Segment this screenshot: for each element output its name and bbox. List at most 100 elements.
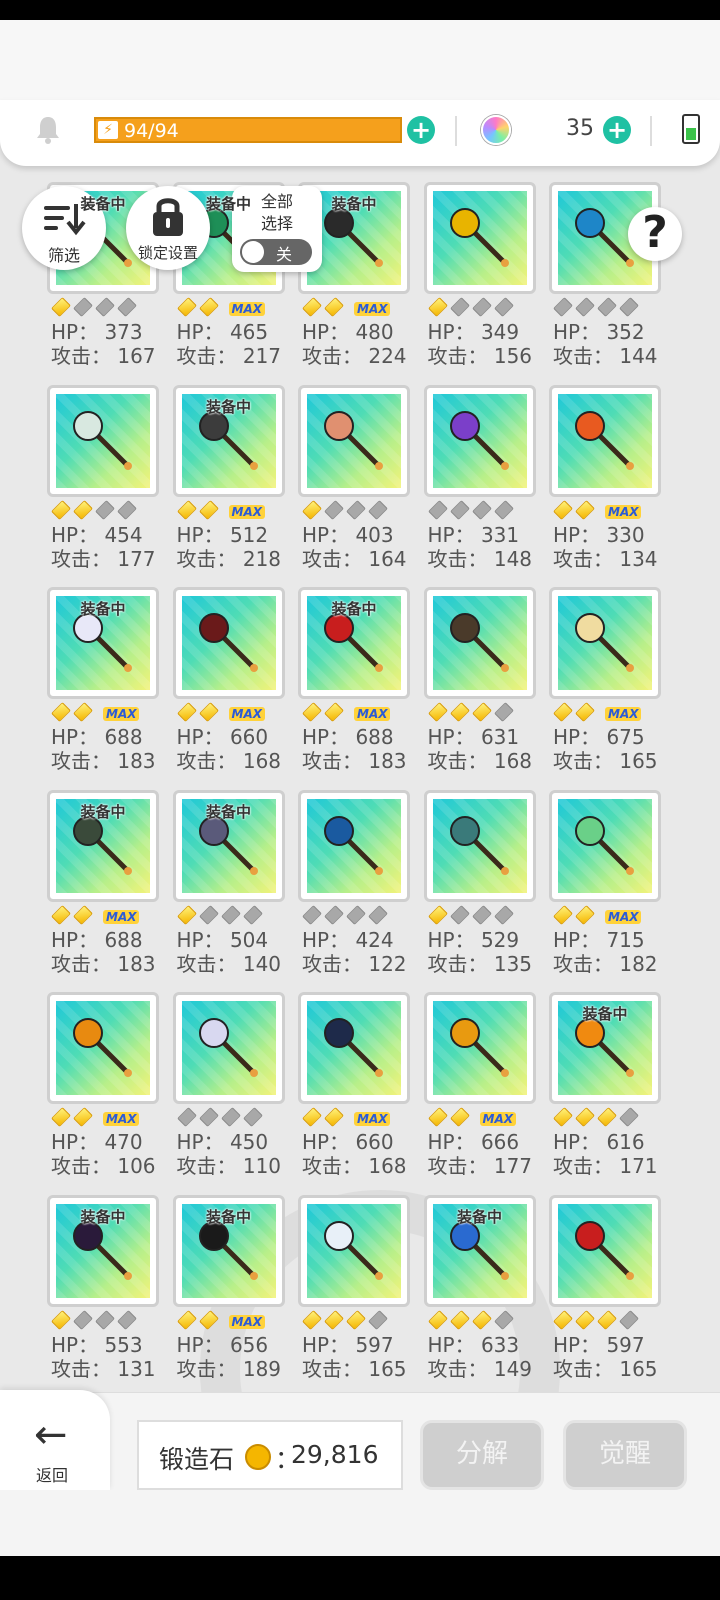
weapon-card[interactable]: 装备中 bbox=[172, 789, 285, 902]
weapon-item[interactable]: MAX HP： 470 攻击： 106 bbox=[47, 992, 159, 1192]
weapon-icon bbox=[575, 1018, 634, 1077]
star-diamond-icon bbox=[324, 499, 344, 520]
star-rating bbox=[427, 499, 538, 521]
weapon-item[interactable]: HP： 424 攻击： 122 bbox=[298, 789, 412, 990]
forge-stone-label: 锻造石 bbox=[159, 1445, 235, 1474]
add-energy-button[interactable]: + bbox=[407, 116, 435, 144]
weapon-item[interactable]: 装备中 MAX HP： 480 攻击： 224 bbox=[298, 182, 410, 382]
back-button[interactable]: ← 返回 bbox=[0, 1390, 110, 1490]
star-diamond-icon bbox=[471, 904, 492, 925]
weapon-card[interactable] bbox=[549, 587, 661, 699]
weapon-item[interactable]: 装备中 MAX HP： 512 攻击： 218 bbox=[172, 384, 285, 585]
weapon-item[interactable]: 装备中 MAX HP： 465 攻击： 217 bbox=[172, 182, 285, 382]
star-diamond-icon bbox=[553, 499, 573, 520]
weapon-card[interactable] bbox=[549, 1194, 661, 1307]
weapon-icon bbox=[449, 815, 509, 875]
weapon-card[interactable] bbox=[423, 992, 536, 1104]
star-diamond-icon bbox=[575, 702, 595, 722]
weapon-card[interactable] bbox=[298, 1194, 410, 1307]
decompose-button[interactable]: 分解 bbox=[420, 1420, 544, 1490]
weapon-item[interactable]: MAX HP： 660 攻击： 168 bbox=[172, 587, 285, 787]
star-diamond-icon bbox=[449, 1309, 470, 1330]
weapon-card[interactable] bbox=[47, 992, 159, 1104]
weapon-card[interactable] bbox=[549, 789, 661, 902]
weapon-item[interactable]: HP： 631 攻击： 168 bbox=[423, 587, 536, 787]
weapon-item[interactable]: 装备中 HP： 373 攻击： 167 bbox=[47, 182, 159, 382]
weapon-item[interactable]: HP： 403 攻击： 164 bbox=[298, 384, 410, 585]
star-diamond-icon bbox=[619, 1107, 639, 1127]
weapon-item[interactable]: MAX HP： 715 攻击： 182 bbox=[549, 789, 661, 990]
weapon-item[interactable]: 装备中 HP： 504 攻击： 140 bbox=[172, 789, 285, 990]
weapon-item[interactable]: 装备中 HP： 553 攻击： 131 bbox=[47, 1194, 159, 1395]
weapon-card[interactable] bbox=[172, 992, 285, 1104]
weapon-card[interactable]: 装备中 bbox=[172, 384, 285, 497]
attack-stat: 攻击： 168 bbox=[176, 749, 282, 773]
bell-icon[interactable] bbox=[34, 114, 62, 144]
weapon-card[interactable]: 装备中 bbox=[47, 587, 159, 699]
weapon-item[interactable]: MAX HP： 660 攻击： 168 bbox=[298, 992, 410, 1192]
weapon-item[interactable]: 装备中 MAX HP： 688 攻击： 183 bbox=[47, 587, 159, 787]
star-diamond-icon bbox=[449, 904, 470, 925]
weapon-card-background bbox=[558, 1203, 652, 1298]
filter-label: 筛选 bbox=[47, 246, 80, 265]
weapon-item[interactable]: 装备中 MAX HP： 688 攻击： 183 bbox=[47, 789, 159, 990]
weapon-item[interactable]: HP： 597 攻击： 165 bbox=[549, 1194, 661, 1395]
weapon-card[interactable]: 装备中 bbox=[423, 1194, 536, 1307]
equipped-badge: 装备中 bbox=[205, 1207, 251, 1226]
weapon-icon bbox=[575, 1220, 634, 1280]
weapon-card[interactable]: 装备中 bbox=[172, 1194, 285, 1307]
weapon-item[interactable]: MAX HP： 666 攻击： 177 bbox=[423, 992, 536, 1192]
star-diamond-icon bbox=[553, 297, 573, 317]
weapon-item[interactable]: HP： 349 攻击： 156 bbox=[423, 182, 536, 382]
weapon-card[interactable] bbox=[298, 789, 410, 902]
weapon-card[interactable] bbox=[423, 587, 536, 699]
weapon-item[interactable]: MAX HP： 330 攻击： 134 bbox=[549, 384, 661, 585]
attack-stat: 攻击： 171 bbox=[553, 1154, 658, 1178]
weapon-card[interactable]: 装备中 bbox=[47, 789, 159, 902]
attack-stat: 攻击： 167 bbox=[51, 344, 156, 368]
weapon-item[interactable]: HP： 450 攻击： 110 bbox=[172, 992, 285, 1192]
weapon-card[interactable]: 装备中 bbox=[549, 992, 661, 1104]
decompose-label: 分解 bbox=[455, 1439, 508, 1469]
weapon-card-background bbox=[181, 596, 276, 690]
attack-stat: 攻击： 131 bbox=[51, 1356, 156, 1381]
star-diamond-icon bbox=[427, 702, 448, 722]
weapon-icon bbox=[73, 410, 132, 470]
weapon-item[interactable]: MAX HP： 675 攻击： 165 bbox=[549, 587, 661, 787]
weapon-card[interactable] bbox=[423, 384, 536, 497]
weapon-item[interactable]: HP： 529 攻击： 135 bbox=[423, 789, 536, 990]
star-rating bbox=[302, 904, 412, 926]
star-diamond-icon bbox=[73, 499, 93, 520]
add-gem-button[interactable]: + bbox=[603, 116, 631, 144]
weapon-card[interactable]: 装备中 bbox=[47, 1194, 159, 1307]
weapon-card[interactable] bbox=[298, 992, 410, 1104]
help-button[interactable]: ? bbox=[628, 207, 682, 261]
weapon-card[interactable] bbox=[298, 384, 410, 497]
weapon-item[interactable]: 装备中 HP： 633 攻击： 149 bbox=[423, 1194, 536, 1395]
weapon-card-background bbox=[307, 1001, 401, 1095]
weapon-item[interactable]: 装备中 HP： 616 攻击： 171 bbox=[549, 992, 661, 1192]
weapon-card[interactable] bbox=[423, 789, 536, 902]
star-diamond-icon bbox=[449, 702, 470, 722]
weapon-item[interactable]: 装备中 MAX HP： 656 攻击： 189 bbox=[172, 1194, 285, 1395]
max-badge: MAX bbox=[605, 504, 642, 519]
weapon-item[interactable]: HP： 331 攻击： 148 bbox=[423, 384, 538, 585]
system-nav-bar bbox=[0, 1556, 720, 1600]
weapon-icon bbox=[575, 410, 634, 470]
select-all-toggle[interactable]: 关 bbox=[240, 239, 312, 265]
attack-stat: 攻击： 182 bbox=[553, 951, 658, 976]
weapon-card[interactable] bbox=[172, 587, 285, 699]
star-diamond-icon bbox=[324, 297, 344, 317]
top-blank-area bbox=[0, 20, 720, 100]
weapon-card[interactable]: 装备中 bbox=[298, 587, 410, 699]
weapon-card[interactable] bbox=[549, 384, 661, 497]
weapon-card[interactable] bbox=[47, 384, 159, 497]
awaken-button[interactable]: 觉醒 bbox=[563, 1420, 687, 1490]
weapon-item[interactable]: HP： 454 攻击： 177 bbox=[47, 384, 159, 585]
weapon-icon bbox=[198, 1018, 258, 1077]
weapon-card[interactable] bbox=[423, 182, 536, 294]
weapon-item[interactable]: HP： 597 攻击： 165 bbox=[298, 1194, 410, 1395]
weapon-item[interactable]: 装备中 MAX HP： 688 攻击： 183 bbox=[298, 587, 410, 787]
weapon-icon bbox=[73, 1018, 132, 1077]
star-diamond-icon bbox=[51, 904, 71, 925]
